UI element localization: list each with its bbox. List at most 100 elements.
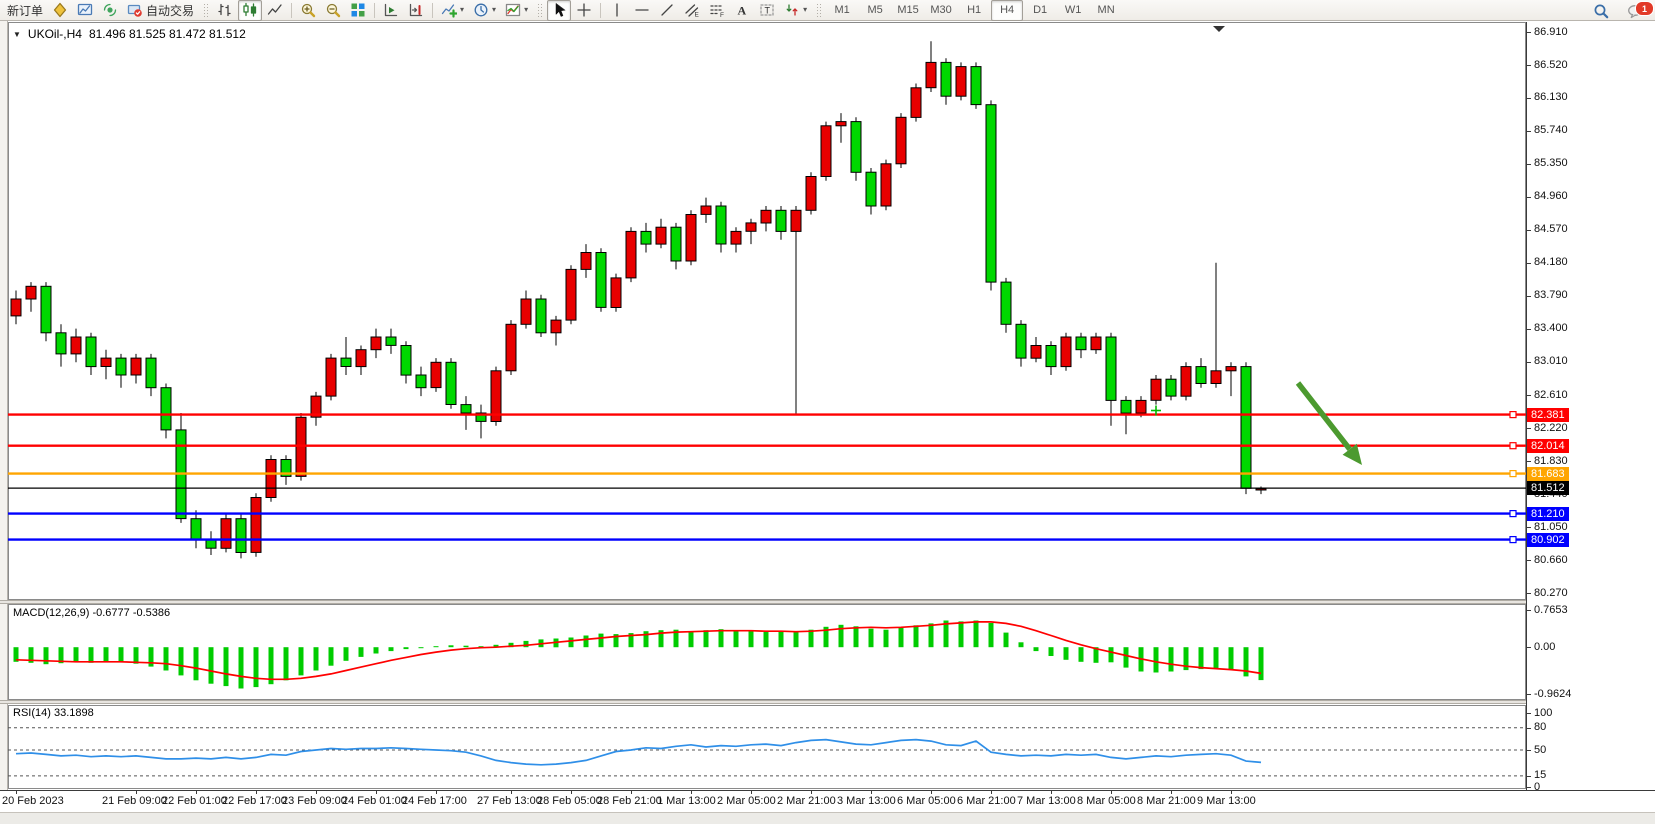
vertical-line-button[interactable]	[605, 0, 629, 21]
toolbar-grip[interactable]	[537, 3, 542, 18]
bar-chart-button[interactable]	[213, 0, 237, 21]
auto-trading-button[interactable]: 自动交易	[123, 0, 198, 21]
line-chart-button[interactable]	[263, 0, 287, 21]
time-axis-label: 28 Feb 05:00	[537, 795, 602, 807]
rsi-label: RSI(14) 33.1898	[13, 707, 94, 719]
timeframe-button-w1[interactable]: W1	[1057, 0, 1089, 21]
rsi-axis-label: 80	[1534, 721, 1546, 734]
time-axis-tick	[811, 791, 812, 794]
timeframe-button-h1[interactable]: H1	[958, 0, 990, 21]
timeframe-button-h4[interactable]: H4	[991, 0, 1023, 21]
axis-tick	[1527, 65, 1531, 66]
chart-symbol-timeframe: UKOil-,H4	[28, 27, 82, 41]
toolbar: 新订单自动交易▾▾▾EFAT▾M1M5M15M30H1H4D1W1MN 1	[0, 0, 1655, 21]
toolbar-grip[interactable]	[816, 3, 821, 18]
time-axis[interactable]: 20 Feb 202321 Feb 09:0022 Feb 01:0022 Fe…	[0, 790, 1655, 812]
one-click-trading-toggle[interactable]: ▼	[13, 30, 21, 39]
price-axis-label: 84.180	[1534, 256, 1568, 269]
timeframe-button-m15[interactable]: M15	[892, 0, 924, 21]
indicators-button[interactable]: ▾	[437, 0, 468, 21]
window-left-edge	[0, 21, 8, 812]
timeframe-button-m30[interactable]: M30	[925, 0, 957, 21]
chart-shift-button[interactable]	[404, 0, 428, 21]
time-axis-tick	[1111, 791, 1112, 794]
axis-tick	[1527, 98, 1531, 99]
market-signal-icon[interactable]	[98, 0, 122, 21]
arrows-button[interactable]: ▾	[780, 0, 811, 21]
text-button[interactable]: A	[730, 0, 754, 21]
panel-splitter-rsi[interactable]	[0, 700, 1655, 704]
auto-scroll-button[interactable]	[379, 0, 403, 21]
window-bottom-edge	[0, 812, 1655, 824]
time-axis-label: 22 Feb 01:00	[162, 795, 227, 807]
tile-windows-button[interactable]	[346, 0, 370, 21]
trendline-button[interactable]	[655, 0, 679, 21]
zoom-in-button[interactable]	[296, 0, 320, 21]
time-axis-label: 7 Mar 13:00	[1017, 795, 1076, 807]
level-line-handle[interactable]	[1510, 471, 1516, 477]
candlestick-series	[11, 41, 1266, 558]
rsi-indicator-panel[interactable]	[8, 705, 1526, 789]
level-line-handle[interactable]	[1510, 443, 1516, 449]
time-axis-tick	[871, 791, 872, 794]
fibonacci-button[interactable]: F	[705, 0, 729, 21]
level-line-handle[interactable]	[1510, 537, 1516, 543]
chart-shift-marker[interactable]	[1213, 26, 1225, 32]
macd-axis-label: 0.7653	[1534, 604, 1568, 617]
time-axis-tick	[571, 791, 572, 794]
new-chart-icon[interactable]	[73, 0, 97, 21]
chart-seal-icon[interactable]	[48, 0, 72, 21]
horizontal-line-button[interactable]	[630, 0, 654, 21]
axis-tick	[1527, 610, 1531, 611]
time-axis-tick	[1231, 791, 1232, 794]
new-order-button[interactable]: 新订单	[3, 0, 47, 21]
axis-tick	[1527, 428, 1531, 429]
timeframe-button-d1[interactable]: D1	[1024, 0, 1056, 21]
templates-button[interactable]: ▾	[501, 0, 532, 21]
time-axis-label: 22 Feb 17:00	[222, 795, 287, 807]
auto-trading-button-label: 自动交易	[146, 2, 194, 19]
time-axis-label: 2 Mar 21:00	[777, 795, 836, 807]
price-axis-label: 83.010	[1534, 355, 1568, 368]
time-axis-tick	[1171, 791, 1172, 794]
price-axis[interactable]: 86.91086.52086.13085.74085.35084.96084.5…	[1526, 22, 1655, 790]
text-label-button[interactable]: T	[755, 0, 779, 21]
equidistant-channel-button[interactable]: E	[680, 0, 704, 21]
price-level-badge: 82.381	[1527, 408, 1569, 422]
crosshair-button[interactable]	[572, 0, 596, 21]
price-axis-label: 80.660	[1534, 554, 1568, 567]
axis-tick	[1527, 296, 1531, 297]
macd-axis-label: 0.00	[1534, 641, 1555, 654]
axis-tick	[1527, 787, 1531, 788]
toolbar-right-group: 1	[1589, 0, 1647, 21]
timeframe-button-m5[interactable]: M5	[859, 0, 891, 21]
rsi-axis-label: 50	[1534, 744, 1546, 757]
time-axis-label: 3 Mar 13:00	[837, 795, 896, 807]
timeframe-button-m1[interactable]: M1	[826, 0, 858, 21]
zoom-out-button[interactable]	[321, 0, 345, 21]
candlestick-chart-button[interactable]	[238, 0, 262, 21]
trend-arrow-annotation[interactable]	[1298, 383, 1362, 465]
time-axis-tick	[16, 791, 17, 794]
periods-button[interactable]: ▾	[469, 0, 500, 21]
price-level-badge: 81.512	[1527, 481, 1569, 495]
toolbar-grip[interactable]	[203, 3, 208, 18]
search-button[interactable]	[1589, 0, 1613, 21]
price-level-badge: 81.210	[1527, 507, 1569, 521]
time-axis-tick	[991, 791, 992, 794]
time-axis-tick	[196, 791, 197, 794]
time-axis-label: 6 Mar 21:00	[957, 795, 1016, 807]
chevron-down-icon: ▾	[460, 6, 464, 14]
time-axis-label: 28 Feb 21:00	[597, 795, 662, 807]
timeframe-button-mn[interactable]: MN	[1090, 0, 1122, 21]
time-axis-tick	[931, 791, 932, 794]
level-line-handle[interactable]	[1510, 511, 1516, 517]
cursor-button[interactable]	[547, 0, 571, 21]
notifications-button[interactable]: 1	[1623, 0, 1647, 21]
macd-indicator-panel[interactable]	[8, 604, 1526, 700]
time-axis-label: 9 Mar 13:00	[1197, 795, 1256, 807]
axis-tick	[1527, 395, 1531, 396]
level-line-handle[interactable]	[1510, 412, 1516, 418]
main-chart-area[interactable]	[8, 22, 1526, 600]
time-axis-label: 6 Mar 05:00	[897, 795, 956, 807]
